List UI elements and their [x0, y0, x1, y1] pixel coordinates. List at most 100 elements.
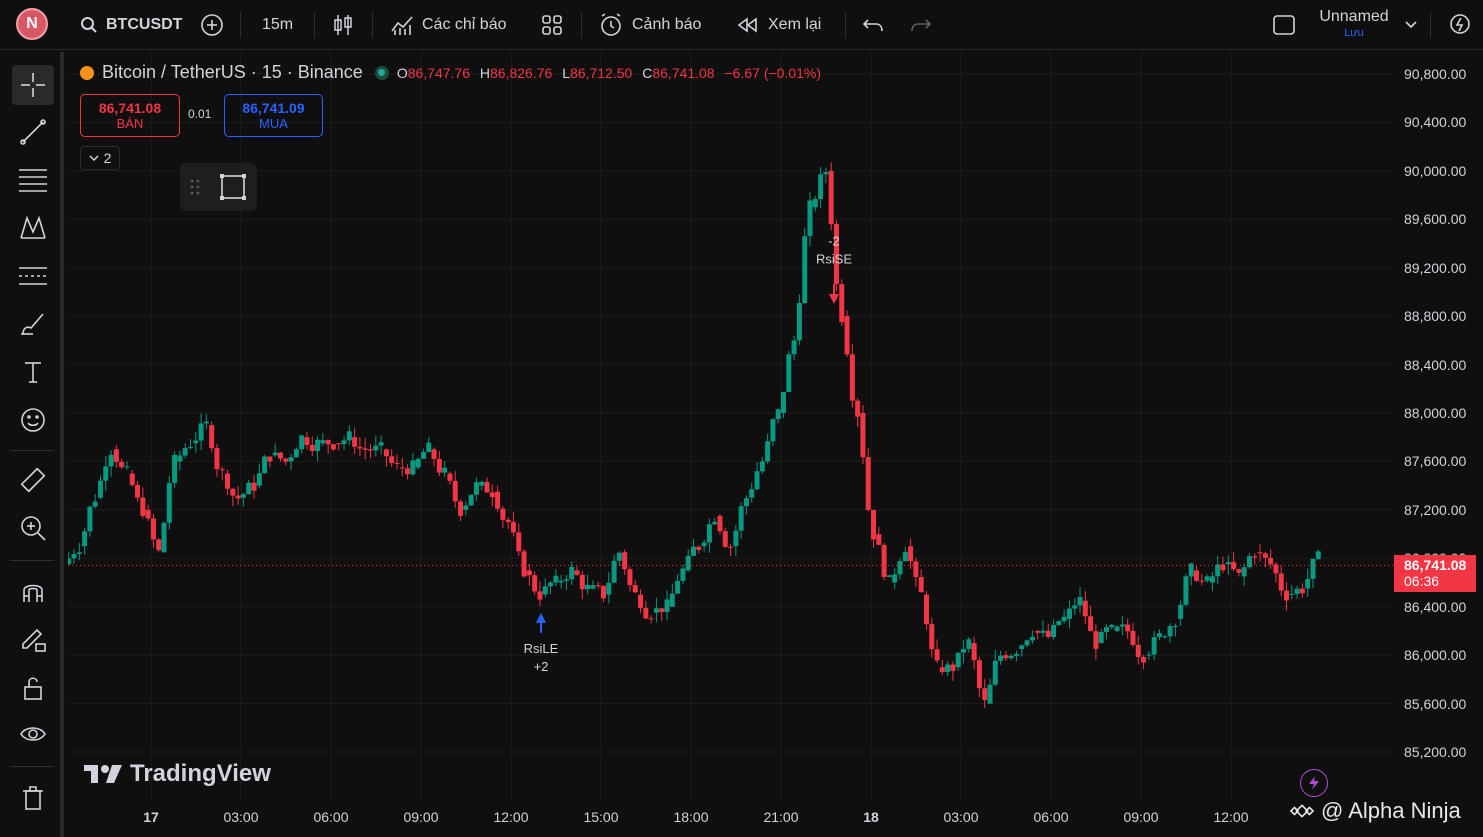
candle-up: [1178, 604, 1184, 619]
candle-down: [521, 551, 527, 577]
buy-button[interactable]: 86,741.09 MUA: [224, 94, 323, 137]
candle-up: [479, 481, 485, 486]
magnet-tool[interactable]: [12, 572, 54, 612]
divider: [10, 766, 54, 767]
candle-up: [1156, 633, 1162, 638]
candle-down: [452, 480, 458, 502]
layout-name-button[interactable]: Unnamed Lưu: [1314, 8, 1394, 39]
interval-button[interactable]: 15m: [262, 10, 293, 40]
candle-up: [1066, 608, 1072, 619]
candle-down: [145, 509, 151, 519]
candle-down: [728, 546, 734, 548]
candle-down: [722, 531, 728, 547]
change-value: −6.67 (−0.01%): [724, 64, 822, 81]
indicators-collapse-button[interactable]: 2: [80, 146, 120, 170]
sell-button[interactable]: 86,741.08 BÁN: [80, 94, 180, 137]
candle-down: [579, 574, 585, 590]
text-tool[interactable]: [12, 352, 54, 392]
crosshair-tool[interactable]: [12, 65, 54, 105]
candle-up: [315, 439, 321, 451]
replay-button[interactable]: Xem lại: [736, 10, 821, 40]
candle-down: [537, 591, 543, 600]
crosshair-icon: [21, 73, 45, 97]
candle-down: [643, 607, 649, 619]
price-axis[interactable]: 90,800.00 90,400.00 90,000.00 89,600.00 89,2…: [1393, 52, 1483, 809]
drag-handle-icon[interactable]: [190, 178, 200, 196]
candle-up: [775, 409, 781, 420]
candle-up: [553, 575, 559, 583]
candle-up: [563, 579, 569, 581]
candle-down: [923, 594, 929, 625]
forecasting-tool[interactable]: [12, 256, 54, 296]
price-tick-label: 85,200.00: [1404, 744, 1467, 760]
chart-type-button[interactable]: [332, 10, 354, 40]
price-chart[interactable]: RsiLE +2 -2 RsiSE: [68, 52, 1393, 800]
hide-drawings-tool[interactable]: [12, 714, 54, 754]
tradingview-logo[interactable]: TradingView: [84, 760, 271, 788]
candle-up: [669, 593, 675, 607]
candle-down: [860, 413, 866, 458]
brush-tool[interactable]: [12, 304, 54, 344]
candle-down: [309, 444, 315, 451]
candle-up: [664, 599, 670, 613]
candle-up: [1077, 597, 1083, 606]
candle-down: [495, 491, 501, 509]
candle-down: [1268, 557, 1274, 565]
delete-drawings-tool[interactable]: [12, 778, 54, 818]
horizontal-lines-tool[interactable]: [12, 160, 54, 200]
legend-title[interactable]: Bitcoin / TetherUS · 15 · Binance: [102, 62, 363, 83]
candle-up: [442, 467, 448, 473]
candle-up: [1119, 624, 1125, 627]
price-tick-label: 85,600.00: [1404, 695, 1467, 712]
sell-label: BÁN: [116, 116, 144, 131]
candle-down: [325, 440, 331, 445]
tradingview-text: TradingView: [130, 760, 271, 787]
zoom-tool[interactable]: [12, 508, 54, 548]
candle-down: [574, 570, 580, 575]
candle-down: [458, 501, 464, 516]
rewind-icon: [737, 17, 757, 33]
candle-up: [346, 431, 352, 441]
select-rectangle-icon[interactable]: [219, 173, 247, 201]
candle-down: [849, 354, 855, 401]
trend-line-tool[interactable]: [12, 112, 54, 152]
user-avatar[interactable]: N: [16, 8, 48, 40]
trend-line-icon: [20, 119, 46, 145]
candle-up: [1056, 621, 1062, 625]
redo-button[interactable]: [910, 10, 932, 40]
icon-tool[interactable]: [12, 400, 54, 440]
candle-up: [897, 561, 903, 575]
candle-up: [749, 489, 755, 498]
watermark-text: @ Alpha Ninja: [1321, 798, 1461, 823]
layouts-button[interactable]: [541, 10, 563, 40]
candle-up: [378, 442, 384, 446]
price-tick-label: 86,400.00: [1404, 598, 1467, 615]
candle-down: [908, 546, 914, 562]
undo-button[interactable]: [862, 10, 884, 40]
indicators-button[interactable]: Các chỉ báo: [390, 10, 507, 40]
symbol-search-button[interactable]: BTCUSDT: [80, 10, 182, 40]
last-price-value: 86,741.08: [1404, 557, 1467, 574]
quick-search-button[interactable]: [1448, 10, 1474, 40]
measure-tool[interactable]: [12, 460, 54, 500]
lock-all-tool[interactable]: [12, 668, 54, 708]
alert-button[interactable]: Cảnh báo: [598, 10, 701, 40]
layout-checkbox[interactable]: [1272, 10, 1296, 40]
candle-down: [129, 473, 135, 485]
candle-up: [426, 442, 432, 453]
candle-down: [510, 521, 516, 533]
candle-down: [489, 492, 495, 498]
time-axis[interactable]: 17 03:00 06:00 09:00 12:00 15:00 18:00 21:00 18 0…: [68, 800, 1393, 837]
compare-symbol-button[interactable]: [200, 10, 224, 40]
layout-menu-button[interactable]: [1404, 10, 1418, 40]
candle-up: [945, 664, 951, 672]
high-label: H: [479, 64, 491, 81]
candle-up: [611, 560, 617, 583]
candle-down: [865, 457, 871, 510]
pattern-tool[interactable]: [12, 208, 54, 248]
candle-down: [632, 585, 638, 593]
lightning-button[interactable]: [1300, 769, 1328, 797]
lock-drawings-tool[interactable]: [12, 620, 54, 660]
candle-down: [1135, 644, 1141, 658]
candle-down: [362, 448, 368, 450]
